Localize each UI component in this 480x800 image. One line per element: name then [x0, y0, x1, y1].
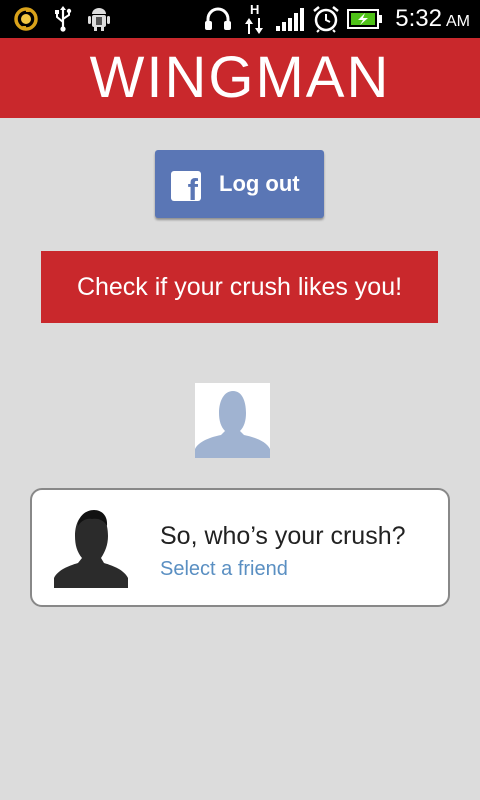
- profile-picture: [195, 383, 270, 458]
- default-avatar-icon: [195, 383, 270, 458]
- facebook-icon: f: [171, 171, 201, 201]
- alarm-icon: [311, 6, 341, 33]
- app-header: WINGMAN: [0, 38, 480, 118]
- svg-text:H: H: [250, 2, 259, 17]
- headphones-icon: [203, 6, 233, 32]
- status-clock: 5:32 AM: [395, 5, 470, 33]
- signal-icon: [275, 6, 305, 32]
- data-hspa-icon: H: [242, 2, 268, 36]
- select-friend-link[interactable]: Select a friend: [160, 558, 288, 581]
- usb-icon: [50, 6, 76, 32]
- app-title: WINGMAN: [89, 45, 391, 110]
- facebook-logout-label: Log out: [219, 171, 300, 196]
- check-crush-button[interactable]: Check if your crush likes you!: [41, 251, 438, 323]
- crush-prompt-title: So, who’s your crush?: [160, 522, 406, 550]
- select-crush-card[interactable]: So, who’s your crush? Select a friend: [30, 488, 450, 607]
- facebook-logout-button[interactable]: f Log out: [155, 150, 324, 218]
- clock-time: 5:32: [395, 5, 442, 32]
- battery-charging-icon: [347, 6, 383, 32]
- friend-silhouette-icon: [54, 510, 128, 588]
- status-bar: H 5:32 AM: [0, 0, 480, 38]
- android-debug-icon: [86, 6, 112, 32]
- clock-ampm: AM: [446, 13, 470, 30]
- sync-icon: [12, 6, 40, 32]
